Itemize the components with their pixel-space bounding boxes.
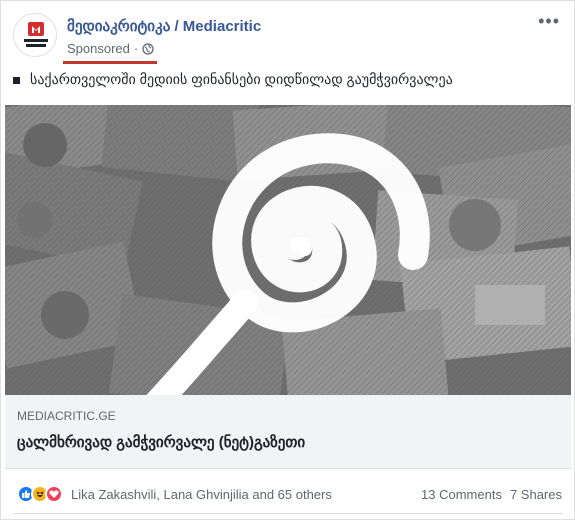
link-image[interactable] (5, 105, 571, 395)
sponsored-label[interactable]: Sponsored · (67, 41, 154, 56)
post-text-content: საქართველოში მედიის ფინანსები დიდწილად გ… (30, 71, 453, 87)
post-header: მედიაკრიტიკა / Mediacritic Sponsored · •… (1, 1, 574, 67)
shares-count[interactable]: 7 Shares (510, 487, 562, 502)
post-text: საქართველოში მედიის ფინანსები დიდწილად გ… (13, 71, 565, 88)
engagement-bar: Lika Zakashvili, Lana Ghvinjilia and 65 … (17, 481, 562, 507)
comments-count[interactable]: 13 Comments (421, 487, 502, 502)
highlight-underline (63, 61, 157, 64)
link-headline[interactable]: ცალმხრივად გამჭვირვალე (ნეტ)გაზეთი (17, 433, 305, 451)
globe-icon (142, 42, 154, 55)
page-name-link[interactable]: მედიაკრიტიკა / Mediacritic (67, 17, 261, 35)
reaction-icons[interactable] (17, 485, 63, 503)
mediacritic-logo-icon (24, 22, 48, 47)
sponsored-text: Sponsored (67, 41, 130, 56)
sponsored-post-card: მედიაკრიტიკა / Mediacritic Sponsored · •… (0, 0, 575, 520)
love-icon (45, 485, 63, 503)
more-options-button[interactable]: ••• (538, 11, 560, 32)
banknotes-spiral-image (5, 105, 571, 395)
dot-separator: · (133, 41, 139, 56)
bullet-icon (13, 76, 20, 84)
engagement-counts: 13 Comments 7 Shares (421, 487, 562, 502)
page-avatar[interactable] (13, 13, 57, 57)
action-divider (13, 513, 562, 514)
link-preview[interactable]: MEDIACRITIC.GE ცალმხრივად გამჭვირვალე (ნ… (5, 395, 571, 469)
reaction-names[interactable]: Lika Zakashvili, Lana Ghvinjilia and 65 … (71, 487, 332, 502)
link-domain: MEDIACRITIC.GE (17, 409, 116, 423)
